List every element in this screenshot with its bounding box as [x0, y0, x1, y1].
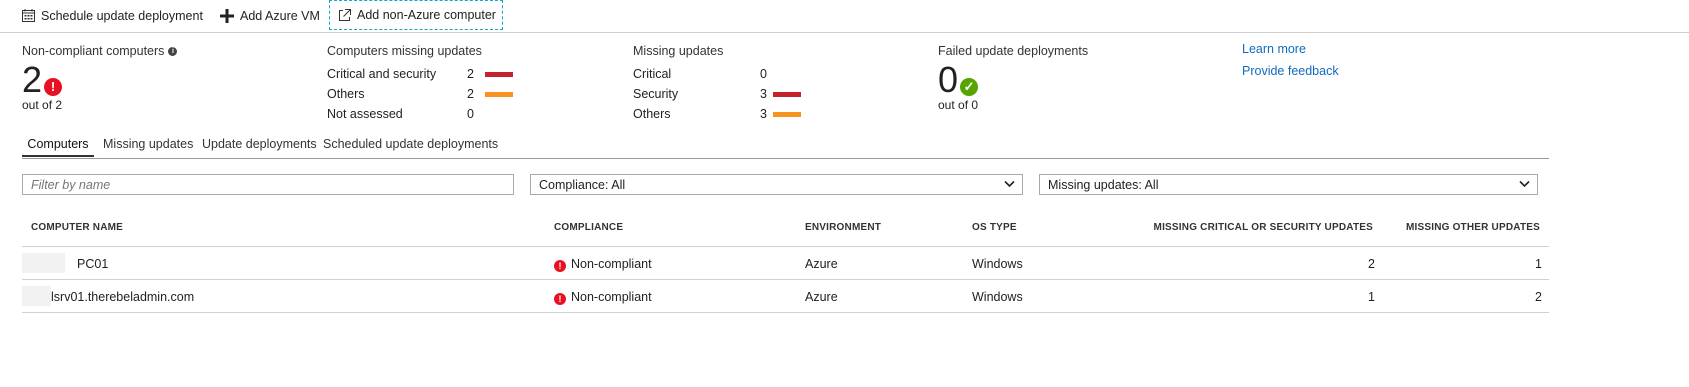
info-icon[interactable]: i	[168, 46, 178, 56]
schedule-update-deployment-button[interactable]: Schedule update deployment	[22, 0, 203, 31]
compliance-cell: ! Non-compliant	[554, 290, 652, 305]
computers-missing-updates-summary: Computers missing updates Critical and s…	[327, 44, 513, 124]
row-value: 0	[467, 107, 474, 121]
missing-other-cell: 1	[1535, 257, 1542, 271]
missing-updates-dropdown-value: Missing updates: All	[1048, 177, 1159, 192]
missing-updates-summary: Missing updates Critical 0 Security 3 Ot…	[633, 44, 801, 124]
missing-updates-title: Missing updates	[633, 44, 724, 58]
row-label: Critical	[633, 67, 672, 81]
header-divider	[22, 246, 1549, 247]
os-type-cell: Windows	[972, 257, 1023, 271]
missing-critical-cell: 2	[1368, 257, 1375, 271]
external-link-icon	[339, 8, 351, 21]
computer-icon	[22, 286, 51, 306]
summary-row: Critical and security 2	[327, 64, 513, 84]
summary-row: Others 2	[327, 84, 513, 104]
missing-other-cell: 2	[1535, 290, 1542, 304]
failed-count: 0	[938, 59, 959, 100]
schedule-update-deployment-label: Schedule update deployment	[41, 8, 203, 23]
column-header-environment[interactable]: ENVIRONMENT	[805, 222, 881, 233]
compliance-cell: ! Non-compliant	[554, 257, 652, 272]
row-value: 3	[760, 107, 767, 121]
add-azure-vm-button[interactable]: Add Azure VM	[220, 0, 320, 31]
missing-updates-dropdown[interactable]: Missing updates: All	[1039, 174, 1538, 195]
chevron-down-icon	[1004, 180, 1015, 188]
compliance-dropdown[interactable]: Compliance: All	[530, 174, 1023, 195]
noncompliant-count: 2	[22, 59, 43, 100]
summary-row: Not assessed 0	[327, 104, 513, 124]
help-links: Learn more Provide feedback	[1242, 42, 1339, 86]
environment-cell: Azure	[805, 257, 838, 271]
row-value: 2	[467, 67, 474, 81]
row-divider	[22, 279, 1549, 280]
tab-scheduled-update-deployments[interactable]: Scheduled update deployments	[323, 134, 498, 160]
compliance-status: Non-compliant	[571, 257, 652, 271]
checkmark-icon: ✓	[960, 78, 979, 96]
failed-deployments-summary: Failed update deployments 0 ✓ out of 0	[938, 44, 1088, 112]
failed-out-of: out of 0	[938, 98, 979, 112]
add-non-azure-computer-button[interactable]: Add non-Azure computer	[329, 0, 503, 30]
noncompliant-out-of: out of 2	[22, 98, 63, 112]
row-divider	[22, 312, 1549, 313]
noncompliant-title: Non-compliant computers	[22, 44, 165, 58]
row-label: Critical and security	[327, 67, 437, 81]
summary-row: Others 3	[633, 104, 801, 124]
others-bar	[773, 111, 801, 117]
add-azure-vm-label: Add Azure VM	[240, 8, 320, 23]
summary-row: Critical 0	[633, 64, 801, 84]
column-header-os-type[interactable]: OS TYPE	[972, 222, 1017, 233]
filter-by-name-field[interactable]	[22, 174, 514, 195]
chevron-down-icon	[1519, 180, 1530, 188]
computer-icon	[22, 253, 65, 273]
filter-by-name-input[interactable]	[31, 177, 513, 192]
row-value: 2	[467, 87, 474, 101]
error-icon: !	[554, 293, 566, 305]
plus-icon	[220, 8, 234, 23]
provide-feedback-link[interactable]: Provide feedback	[1242, 64, 1339, 86]
row-label: Security	[633, 87, 679, 101]
missing-critical-cell: 1	[1368, 290, 1375, 304]
tab-computers[interactable]: Computers	[22, 134, 94, 157]
column-header-missing-critical[interactable]: MISSING CRITICAL OR SECURITY UPDATES	[1154, 222, 1373, 233]
calendar-icon	[22, 9, 35, 22]
computers-missing-title: Computers missing updates	[327, 44, 482, 58]
error-icon: !	[554, 260, 566, 272]
error-icon: !	[44, 78, 63, 96]
computer-name[interactable]: lsrv01.therebeladmin.com	[51, 290, 194, 304]
tab-update-deployments[interactable]: Update deployments	[202, 134, 317, 160]
others-bar	[485, 91, 513, 97]
row-label: Others	[327, 87, 365, 101]
os-type-cell: Windows	[972, 290, 1023, 304]
column-header-computer-name[interactable]: COMPUTER NAME	[31, 222, 123, 233]
environment-cell: Azure	[805, 290, 838, 304]
row-label: Others	[633, 107, 671, 121]
noncompliant-summary: Non-compliant computers i 2 ! out of 2	[22, 44, 178, 112]
row-value: 0	[760, 67, 767, 81]
security-bar	[773, 91, 801, 97]
command-bar: Schedule update deployment Add Azure VM …	[0, 0, 1689, 33]
tab-bar: Computers Missing updates Update deploym…	[22, 134, 1549, 159]
computer-name[interactable]: PC01	[77, 257, 108, 271]
failed-deployments-title: Failed update deployments	[938, 44, 1089, 58]
row-value: 3	[760, 87, 767, 101]
add-non-azure-computer-label: Add non-Azure computer	[357, 8, 496, 22]
compliance-dropdown-value: Compliance: All	[539, 177, 626, 192]
column-header-missing-other[interactable]: MISSING OTHER UPDATES	[1406, 222, 1540, 233]
tab-missing-updates[interactable]: Missing updates	[103, 134, 193, 160]
learn-more-link[interactable]: Learn more	[1242, 42, 1339, 64]
critical-bar	[485, 71, 513, 77]
compliance-status: Non-compliant	[571, 290, 652, 304]
summary-row: Security 3	[633, 84, 801, 104]
row-label: Not assessed	[327, 107, 403, 121]
column-header-compliance[interactable]: COMPLIANCE	[554, 222, 623, 233]
